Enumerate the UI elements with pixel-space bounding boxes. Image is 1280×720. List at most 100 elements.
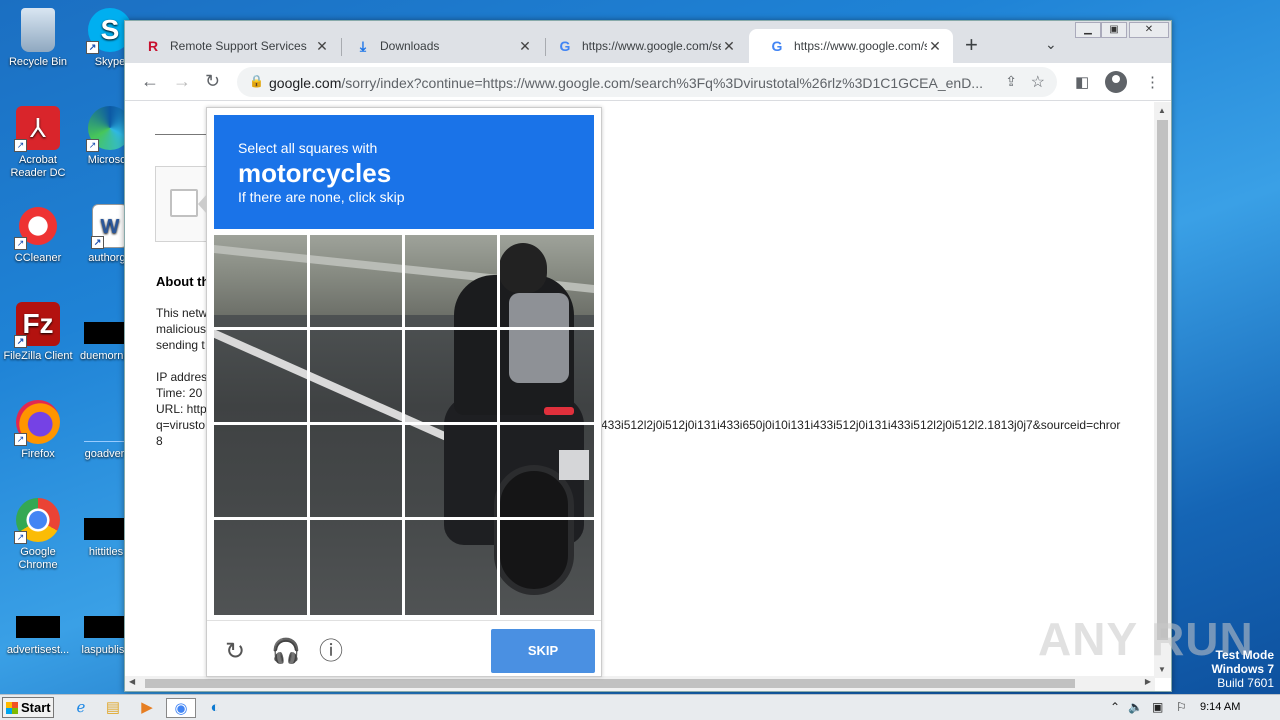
headphones-icon[interactable]: 🎧 [271, 639, 301, 665]
captcha-tile[interactable] [404, 520, 499, 615]
taskbar: Start ℯ ▤ ▶ ◉ ◐ ⌃ 🔈 ▣ ⚐ 9:14 AM [0, 694, 1280, 720]
captcha-tile[interactable] [499, 520, 594, 615]
bookmark-star-icon[interactable]: ☆ [1031, 72, 1045, 92]
explorer-folder-icon[interactable]: ▤ [102, 698, 124, 718]
captcha-tile[interactable] [404, 425, 499, 520]
file-icon [84, 420, 128, 442]
captcha-tile[interactable] [404, 235, 499, 330]
desktop-icon-filezilla[interactable]: Fz ↗ FileZilla Client [0, 302, 76, 363]
body-line: sending t [156, 338, 205, 352]
tab-remote-support[interactable]: R Remote Support Services ✕ [125, 29, 340, 63]
file-icon [84, 322, 128, 344]
about-heading: About th [156, 274, 210, 289]
media-player-icon[interactable]: ▶ [136, 698, 158, 718]
scroll-up-icon[interactable]: ▲ [1158, 106, 1166, 115]
recaptcha-checkbox[interactable] [170, 189, 198, 217]
captcha-tile[interactable] [404, 330, 499, 425]
desktop-icon-label: Google Chrome [18, 546, 58, 571]
back-arrow-icon[interactable]: ← [141, 71, 159, 91]
captcha-tile[interactable] [309, 235, 404, 330]
close-icon[interactable]: ✕ [314, 38, 330, 55]
new-tab-button[interactable]: + [965, 34, 978, 56]
reload-icon[interactable]: ↻ [205, 71, 220, 91]
captcha-tile[interactable] [499, 330, 594, 425]
captcha-tile[interactable] [214, 235, 309, 330]
close-icon[interactable]: ✕ [927, 38, 943, 55]
scroll-down-icon[interactable]: ▼ [1158, 665, 1166, 674]
desktop-icon-advertisest[interactable]: advertisest... [0, 606, 76, 657]
maximize-button[interactable]: ▣ [1101, 22, 1127, 38]
profile-avatar-icon[interactable] [1105, 71, 1127, 93]
tab-strip: R Remote Support Services ✕ ⤓ Downloads … [125, 21, 1171, 63]
recycle-bin-icon [21, 8, 55, 52]
info-icon[interactable]: ⓘ [319, 639, 343, 665]
challenge-target: motorcycles [238, 158, 392, 188]
acrobat-icon: ⅄ ↗ [14, 106, 60, 152]
captcha-tile[interactable] [309, 425, 404, 520]
forward-arrow-icon[interactable]: → [173, 71, 191, 91]
desktop-icon-recycle-bin[interactable]: Recycle Bin [0, 8, 76, 69]
tab-google-search-1[interactable]: G https://www.google.com/sea ✕ [537, 29, 747, 63]
tab-label: Downloads [380, 39, 440, 53]
scroll-thumb[interactable] [145, 679, 1075, 688]
url-host: google.com [269, 75, 342, 91]
share-icon[interactable]: ⇪ [1005, 73, 1017, 90]
desktop-icon-chrome[interactable]: ↗ Google Chrome [0, 498, 76, 572]
start-button[interactable]: Start [2, 697, 54, 718]
captcha-tile[interactable] [309, 520, 404, 615]
firefox-icon: ↗ [14, 400, 60, 446]
close-icon[interactable]: ✕ [517, 38, 533, 55]
close-icon[interactable]: ✕ [721, 38, 737, 55]
scroll-left-icon[interactable]: ◀ [129, 677, 135, 686]
captcha-tile[interactable] [499, 425, 594, 520]
desktop-icon-label: CCleaner [14, 252, 62, 264]
tray-expand-icon[interactable]: ⌃ [1110, 700, 1120, 714]
challenge-instruction: Select all squares with [238, 140, 378, 156]
kebab-menu-icon[interactable]: ⋮ [1145, 73, 1160, 91]
tab-search-chevron-icon[interactable]: ⌄ [1045, 36, 1057, 53]
captcha-tile[interactable] [214, 330, 309, 425]
desktop-icon-label: Acrobat Reader DC [10, 154, 66, 179]
horizontal-scrollbar[interactable]: ◀ ▶ [125, 676, 1155, 691]
desktop-icon-ccleaner[interactable]: ↗ CCleaner [0, 204, 76, 265]
captcha-tile[interactable] [214, 425, 309, 520]
browser-toolbar: ← → ↻ 🔒 google.com/sorry/index?continue=… [125, 63, 1171, 101]
action-center-flag-icon[interactable]: ⚐ [1176, 700, 1187, 714]
side-panel-icon[interactable]: ◧ [1075, 73, 1089, 91]
address-bar[interactable]: 🔒 google.com/sorry/index?continue=https:… [237, 67, 1057, 97]
ccleaner-icon: ↗ [14, 204, 60, 250]
test-mode-notice: Test Mode Windows 7 Build 7601 [1211, 648, 1274, 690]
reload-challenge-icon[interactable]: ↻ [225, 639, 245, 665]
vertical-scrollbar[interactable]: ▲ ▼ [1154, 102, 1171, 678]
grid-line [214, 517, 594, 520]
desktop-icon-acrobat[interactable]: ⅄ ↗ Acrobat Reader DC [0, 106, 76, 180]
grid-line [402, 235, 405, 615]
lock-icon: 🔒 [249, 74, 264, 88]
volume-icon[interactable]: 🔈 [1128, 700, 1143, 714]
file-icon [84, 518, 128, 540]
close-window-button[interactable]: ✕ [1129, 22, 1169, 38]
tab-downloads[interactable]: ⤓ Downloads ✕ [335, 29, 543, 63]
captcha-tile[interactable] [214, 520, 309, 615]
scroll-right-icon[interactable]: ▶ [1145, 677, 1151, 686]
skip-button[interactable]: SKIP [491, 629, 595, 673]
tab-google-search-2[interactable]: G https://www.google.com/sea ✕ [749, 29, 953, 63]
scroll-thumb[interactable] [1157, 120, 1168, 640]
desktop-icon-firefox[interactable]: ↗ Firefox [0, 400, 76, 461]
query-line: q=virusto [156, 418, 206, 432]
ie-icon[interactable]: ℯ [70, 698, 92, 718]
test-mode-label: Test Mode [1215, 648, 1274, 662]
grid-line [214, 422, 594, 425]
captcha-tile[interactable] [499, 235, 594, 330]
edge-taskbar-icon[interactable]: ◐ [204, 698, 226, 718]
captcha-tile[interactable] [309, 330, 404, 425]
network-icon[interactable]: ▣ [1152, 700, 1163, 714]
minimize-button[interactable]: ▁ [1075, 22, 1101, 38]
start-label: Start [21, 700, 51, 715]
clock[interactable]: 9:14 AM [1200, 701, 1240, 713]
chrome-taskbar-icon[interactable]: ◉ [166, 698, 196, 718]
word-icon: W ↗ [91, 204, 128, 249]
tab-label: https://www.google.com/sea [794, 39, 927, 53]
desktop-icon-label: goadvert [84, 448, 128, 460]
url-path: /sorry/index?continue=https://www.google… [341, 75, 983, 91]
